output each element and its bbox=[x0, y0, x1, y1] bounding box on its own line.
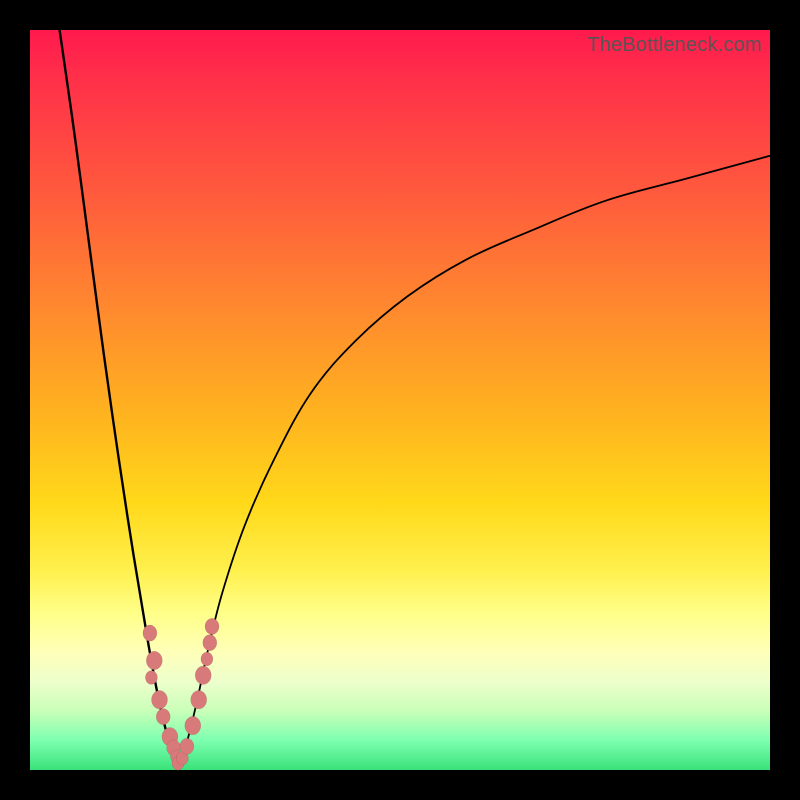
trough-marker bbox=[203, 635, 217, 651]
trough-marker bbox=[145, 671, 157, 685]
trough-marker bbox=[146, 651, 162, 669]
curve-right-branch bbox=[178, 156, 770, 770]
trough-marker bbox=[191, 691, 207, 709]
trough-marker bbox=[201, 652, 213, 666]
plot-area: TheBottleneck.com bbox=[30, 30, 770, 770]
trough-marker bbox=[205, 618, 219, 634]
trough-marker bbox=[156, 709, 170, 725]
trough-markers bbox=[143, 618, 219, 770]
trough-marker bbox=[180, 738, 194, 754]
trough-marker bbox=[185, 716, 201, 734]
trough-marker bbox=[195, 666, 211, 684]
curve-layer bbox=[30, 30, 770, 770]
trough-marker bbox=[143, 625, 157, 641]
trough-marker bbox=[152, 691, 168, 709]
chart-frame: TheBottleneck.com bbox=[0, 0, 800, 800]
